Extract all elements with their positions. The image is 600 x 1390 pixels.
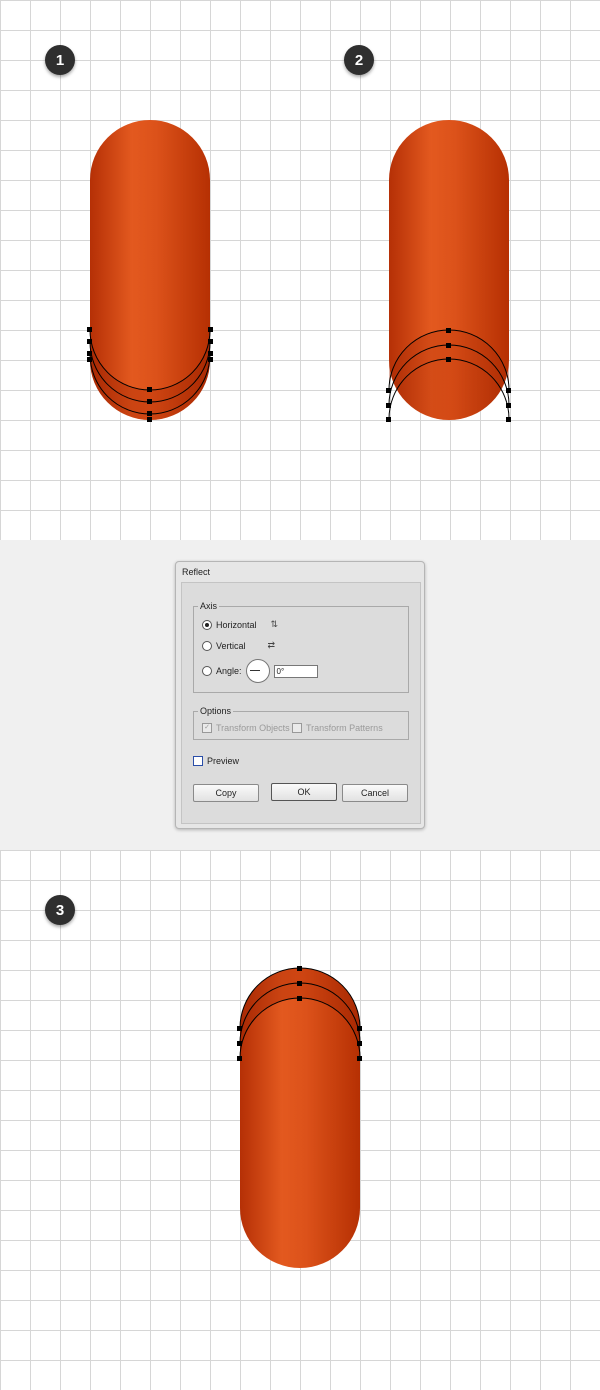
horizontal-radio[interactable] (202, 619, 212, 630)
dialog-title: Reflect (182, 567, 211, 577)
reflect-vertical-icon: ⇄ (267, 640, 276, 650)
transform-patterns-label: Transform Patterns (306, 723, 383, 733)
copy-button[interactable]: Copy (193, 784, 259, 802)
reflect-dialog: Reflect Axis Horizontal ⇅ Vertical ⇄ Ang… (175, 561, 425, 829)
transform-objects-checkbox[interactable]: ✓ (202, 723, 212, 733)
reflect-horizontal-icon: ⇅ (270, 619, 279, 629)
horizontal-option[interactable]: Horizontal ⇅ (202, 619, 278, 630)
axis-legend: Axis (200, 601, 218, 611)
angle-label: Angle: (216, 666, 242, 676)
preview-option[interactable]: Preview (193, 756, 239, 766)
cancel-button[interactable]: Cancel (342, 784, 408, 802)
transform-objects-option[interactable]: ✓ Transform Objects (202, 723, 290, 733)
transform-objects-label: Transform Objects (216, 723, 290, 733)
ok-button[interactable]: OK (271, 783, 337, 801)
horizontal-label: Horizontal (216, 619, 257, 630)
preview-label: Preview (207, 756, 240, 766)
angle-radio[interactable] (202, 666, 212, 676)
vertical-label: Vertical (216, 640, 246, 651)
dialog-body: Axis Horizontal ⇅ Vertical ⇄ Angle: 0° O… (181, 582, 421, 824)
angle-dial[interactable] (245, 659, 270, 683)
angle-input[interactable]: 0° (273, 664, 318, 678)
transform-patterns-option[interactable]: Transform Patterns (292, 723, 383, 733)
pill-2[interactable] (386, 120, 511, 422)
vertical-option[interactable]: Vertical ⇄ (202, 640, 275, 651)
angle-option[interactable]: Angle: 0° (202, 659, 318, 683)
pill-3[interactable] (237, 966, 362, 1268)
preview-checkbox[interactable] (193, 756, 203, 766)
transform-patterns-checkbox[interactable] (292, 723, 302, 733)
pill-1[interactable] (87, 120, 213, 422)
vertical-radio[interactable] (202, 640, 212, 651)
options-legend: Options (200, 706, 232, 716)
